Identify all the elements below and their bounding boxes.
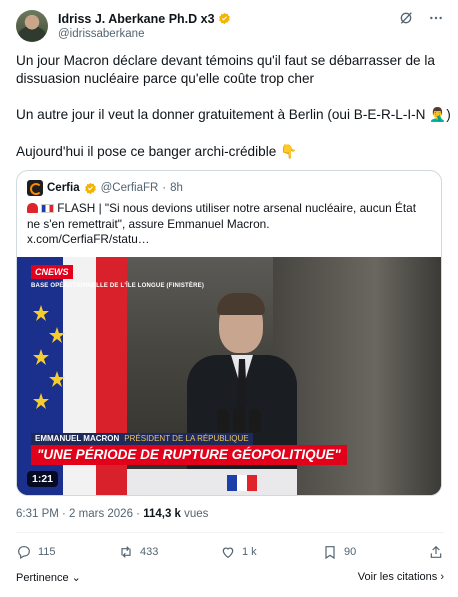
author-name[interactable]: Idriss J. Aberkane Ph.D x3: [58, 12, 215, 26]
repost-count: 433: [140, 546, 159, 558]
avatar[interactable]: [16, 10, 48, 42]
chevron-down-icon: ⌄: [68, 572, 81, 584]
video-duration: 1:21: [27, 471, 59, 487]
quoted-author-name[interactable]: Cerfia: [47, 182, 80, 194]
tweet-footer: Pertinence ⌄ Voir les citations ›: [16, 571, 444, 585]
sort-dropdown[interactable]: Pertinence ⌄: [16, 571, 81, 584]
french-flag-icon: [41, 204, 54, 213]
bookmark-button[interactable]: 90: [322, 544, 356, 560]
dot-separator: ·: [162, 182, 167, 194]
tweet-paragraph-3: Aujourd'hui il pose ce banger archi-créd…: [16, 144, 297, 159]
quoted-time[interactable]: 8h: [170, 182, 183, 194]
bookmark-count: 90: [344, 546, 357, 558]
more-options-icon[interactable]: [428, 10, 444, 26]
verified-badge-icon: [84, 182, 96, 194]
timestamp[interactable]: 6:31 PM · 2 mars 2026 ·: [16, 508, 143, 520]
video-player[interactable]: CNEWS BASE OPÉRATIONNELLE DE L'ÎLE LONGU…: [17, 257, 441, 495]
like-count: 1 k: [242, 546, 257, 558]
lectern-flag: [227, 475, 257, 491]
quoted-tweet-header: Cerfia @CerfiaFR · 8h: [27, 180, 183, 196]
header-actions: [398, 10, 444, 26]
share-button[interactable]: [428, 544, 444, 560]
lectern: [127, 469, 297, 495]
location-tag: BASE OPÉRATIONNELLE DE L'ÎLE LONGUE (FIN…: [31, 283, 205, 289]
grok-icon[interactable]: [398, 10, 414, 26]
reply-icon: [18, 546, 30, 560]
cerfia-avatar[interactable]: [27, 180, 43, 196]
tweet-card: Idriss J. Aberkane Ph.D x3 @idrissaberka…: [0, 0, 458, 597]
views-count: 114,3 k: [143, 508, 181, 520]
bookmark-icon: [325, 546, 335, 560]
quoted-link[interactable]: x.com/CerfiaFR/statu…: [27, 232, 150, 246]
like-button[interactable]: 1 k: [220, 544, 257, 560]
lower-third-name: EMMANUEL MACRON PRÉSIDENT DE LA RÉPUBLIQU…: [31, 433, 253, 445]
quoted-tweet-text: FLASH | "Si nous devions utiliser notre …: [27, 201, 431, 248]
action-bar: 115 433 1 k 90: [16, 544, 444, 564]
heart-icon: [222, 547, 234, 559]
share-icon: [430, 545, 442, 558]
siren-icon: [27, 203, 38, 213]
tweet-meta: 6:31 PM · 2 mars 2026 · 114,3 k vues: [16, 508, 208, 520]
repost-button[interactable]: 433: [118, 544, 158, 560]
lower-third-headline: "UNE PÉRIODE DE RUPTURE GÉOPOLITIQUE": [31, 445, 347, 465]
repost-icon: [121, 546, 131, 558]
quoted-author-handle[interactable]: @CerfiaFR: [101, 182, 159, 194]
divider: [16, 532, 444, 533]
tweet-paragraph-2: Un autre jour il veut la donner gratuite…: [16, 107, 451, 122]
view-quotes-link[interactable]: Voir les citations ›: [358, 571, 444, 583]
quoted-text: FLASH | "Si nous devions utiliser notre …: [27, 201, 417, 231]
chevron-right-icon: ›: [437, 571, 444, 583]
verified-badge-icon: [218, 12, 230, 25]
tweet-paragraph-1: Un jour Macron déclare devant témoins qu…: [16, 53, 435, 86]
microphones: [217, 407, 261, 433]
quoted-tweet[interactable]: Cerfia @CerfiaFR · 8h FLASH | "Si nous d…: [16, 170, 442, 496]
author-info: Idriss J. Aberkane Ph.D x3 @idrissaberka…: [58, 11, 231, 40]
reply-button[interactable]: 115: [16, 544, 56, 560]
author-handle[interactable]: @idrissaberkane: [58, 28, 231, 40]
tweet-header: Idriss J. Aberkane Ph.D x3 @idrissaberka…: [16, 10, 444, 42]
reply-count: 115: [38, 546, 56, 558]
eu-flag-stars: [17, 287, 65, 447]
views-label: vues: [180, 508, 209, 520]
cnews-logo: CNEWS: [31, 265, 73, 279]
speaker-figure: [187, 293, 297, 495]
